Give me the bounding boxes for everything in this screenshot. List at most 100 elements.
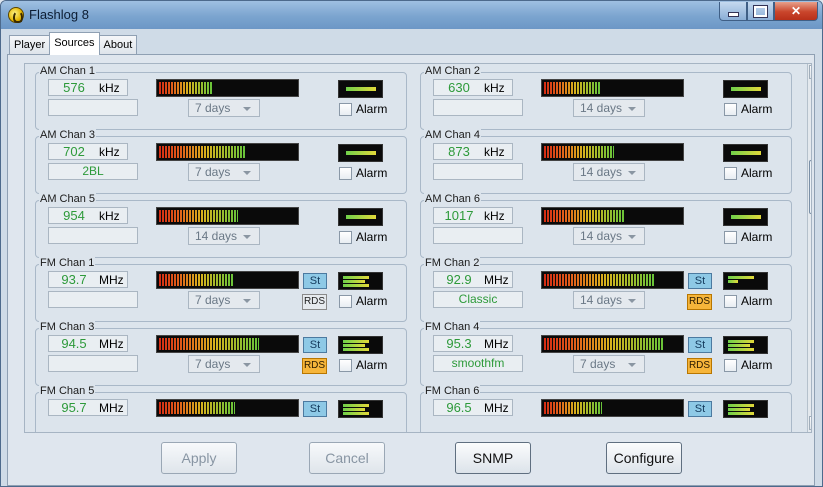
alarm-checkbox[interactable]: Alarm: [724, 102, 772, 116]
station-label-field[interactable]: [48, 355, 138, 372]
signal-bar: [346, 151, 376, 155]
checkbox-icon[interactable]: [724, 294, 737, 308]
scroll-up-arrow-icon[interactable]: ▲: [809, 65, 811, 79]
alarm-label: Alarm: [741, 358, 773, 372]
level-meter-fill: [544, 274, 655, 286]
checkbox-icon[interactable]: [339, 294, 352, 308]
checkbox-icon[interactable]: [724, 166, 737, 180]
frequency-field[interactable]: 93.7 MHz: [48, 271, 128, 288]
alarm-checkbox[interactable]: Alarm: [724, 294, 772, 308]
alarm-checkbox[interactable]: Alarm: [339, 102, 387, 116]
station-label-field[interactable]: [433, 99, 523, 116]
checkbox-icon[interactable]: [339, 230, 352, 244]
log-period-dropdown[interactable]: 7 days: [188, 291, 260, 309]
signal-bar: [731, 151, 761, 155]
tab-sources[interactable]: Sources: [49, 32, 100, 55]
log-period-dropdown[interactable]: 14 days: [188, 227, 260, 245]
apply-button[interactable]: Apply: [161, 442, 237, 474]
checkbox-icon[interactable]: [339, 358, 352, 372]
level-meter-fill: [159, 402, 235, 414]
alarm-label: Alarm: [356, 230, 388, 244]
signal-bar: [728, 408, 750, 411]
frequency-field[interactable]: 630 kHz: [433, 79, 513, 96]
station-label-field[interactable]: smoothfm: [433, 355, 523, 372]
alarm-checkbox[interactable]: Alarm: [724, 358, 772, 372]
station-label-field[interactable]: [48, 291, 138, 308]
vertical-scrollbar[interactable]: ▲ ▼: [807, 64, 811, 432]
checkbox-icon[interactable]: [724, 358, 737, 372]
frequency-unit: MHz: [99, 336, 124, 351]
frequency-unit: MHz: [484, 400, 509, 415]
station-label-field[interactable]: [48, 227, 138, 244]
alarm-checkbox[interactable]: Alarm: [724, 230, 772, 244]
station-label-field[interactable]: [48, 99, 138, 116]
alarm-checkbox[interactable]: Alarm: [339, 294, 387, 308]
close-button[interactable]: ✕: [774, 2, 818, 21]
frequency-field[interactable]: 94.5 MHz: [48, 335, 128, 352]
signal-indicator: [723, 336, 768, 354]
frequency-field[interactable]: 873 kHz: [433, 143, 513, 160]
level-meter: [541, 335, 684, 353]
station-label-field[interactable]: 2BL: [48, 163, 138, 180]
signal-bar: [728, 340, 754, 343]
station-label-field[interactable]: [433, 227, 523, 244]
station-label-field[interactable]: [433, 163, 523, 180]
station-label-field[interactable]: Classic: [433, 291, 523, 308]
channel-group: AM Chan 1 576 kHz 7 days Alarm: [35, 65, 407, 130]
checkbox-icon[interactable]: [724, 230, 737, 244]
level-meter-fill: [544, 402, 602, 414]
log-period-dropdown[interactable]: 14 days: [573, 163, 645, 181]
frequency-value: 95.3: [446, 336, 472, 351]
cancel-button[interactable]: Cancel: [309, 442, 385, 474]
tab-about[interactable]: About: [98, 35, 138, 55]
checkbox-icon[interactable]: [339, 102, 352, 116]
channel-group: AM Chan 6 1017 kHz 14 days Alarm: [420, 193, 792, 258]
channel-group: FM Chan 2 92.9 MHz St Classic 14 days RDS Alarm: [420, 257, 792, 322]
signal-bar: [728, 276, 754, 279]
channel-title: FM Chan 3: [39, 321, 96, 333]
frequency-field[interactable]: 954 kHz: [48, 207, 128, 224]
signal-bar: [343, 408, 365, 411]
level-meter: [156, 399, 299, 417]
scroll-down-arrow-icon[interactable]: ▼: [809, 416, 811, 430]
frequency-field[interactable]: 92.9 MHz: [433, 271, 513, 288]
snmp-button[interactable]: SNMP: [455, 442, 531, 474]
signal-bar: [731, 87, 761, 91]
maximize-button[interactable]: [747, 2, 774, 21]
alarm-checkbox[interactable]: Alarm: [339, 358, 387, 372]
tab-player[interactable]: Player: [9, 35, 51, 55]
checkbox-icon[interactable]: [724, 102, 737, 116]
stereo-indicator: St: [303, 337, 327, 353]
log-period-dropdown[interactable]: 7 days: [188, 355, 260, 373]
frequency-value: 576: [63, 80, 85, 95]
signal-bar: [343, 348, 369, 351]
log-period-dropdown[interactable]: 7 days: [188, 99, 260, 117]
log-period-dropdown[interactable]: 14 days: [573, 291, 645, 309]
alarm-checkbox[interactable]: Alarm: [339, 230, 387, 244]
level-meter-fill: [544, 146, 614, 158]
stereo-indicator: St: [688, 273, 712, 289]
stereo-indicator: St: [688, 337, 712, 353]
frequency-unit: kHz: [99, 144, 120, 159]
log-period-dropdown[interactable]: 14 days: [573, 99, 645, 117]
frequency-unit: kHz: [99, 80, 120, 95]
minimize-button[interactable]: [719, 2, 747, 21]
alarm-label: Alarm: [741, 230, 773, 244]
log-period-dropdown[interactable]: 14 days: [573, 227, 645, 245]
frequency-field[interactable]: 576 kHz: [48, 79, 128, 96]
checkbox-icon[interactable]: [339, 166, 352, 180]
frequency-field[interactable]: 702 kHz: [48, 143, 128, 160]
level-meter-fill: [544, 82, 600, 94]
alarm-checkbox[interactable]: Alarm: [339, 166, 387, 180]
log-period-dropdown[interactable]: 7 days: [573, 355, 645, 373]
frequency-field[interactable]: 95.3 MHz: [433, 335, 513, 352]
configure-button[interactable]: Configure: [606, 442, 682, 474]
scroll-thumb[interactable]: [809, 160, 811, 214]
signal-bar: [343, 284, 369, 287]
log-period-dropdown[interactable]: 7 days: [188, 163, 260, 181]
alarm-checkbox[interactable]: Alarm: [724, 166, 772, 180]
frequency-field[interactable]: 1017 kHz: [433, 207, 513, 224]
frequency-field[interactable]: 96.5 MHz: [433, 399, 513, 416]
frequency-field[interactable]: 95.7 MHz: [48, 399, 128, 416]
signal-bar: [728, 404, 754, 407]
